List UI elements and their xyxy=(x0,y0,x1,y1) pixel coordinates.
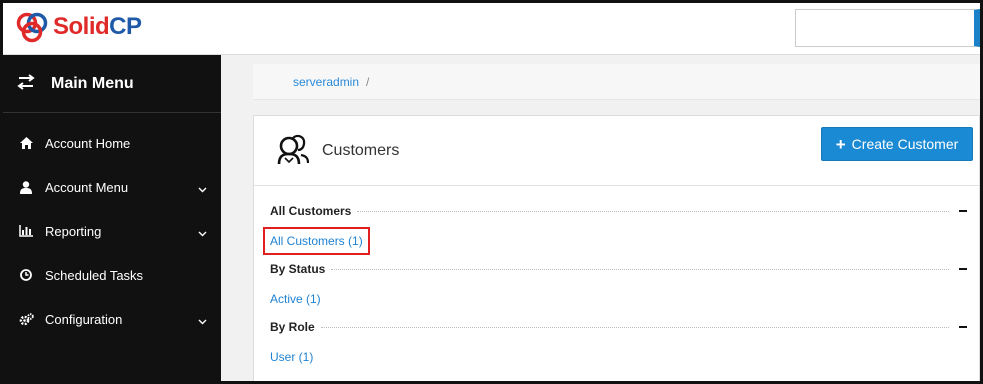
create-customer-button[interactable]: + Create Customer xyxy=(821,127,973,161)
plus-icon: + xyxy=(835,134,846,154)
customers-panel: Customers + Create Customer All Customer… xyxy=(253,115,980,381)
collapse-icon[interactable] xyxy=(959,210,967,212)
group-heading-by-status[interactable]: By Status xyxy=(270,262,967,276)
link-all-customers[interactable]: All Customers (1) xyxy=(263,227,370,255)
bar-chart-icon xyxy=(17,225,35,237)
collapse-icon[interactable] xyxy=(959,268,967,270)
dotted-leader xyxy=(320,320,949,328)
menu-toggle-icon[interactable] xyxy=(17,74,35,93)
sidebar: Main Menu Account Home Account Menu Repo… xyxy=(3,55,221,381)
window-frame: SolidCP Main Menu Account Home Account M… xyxy=(0,0,983,384)
group-heading-label: By Role xyxy=(270,320,315,334)
breadcrumb-separator: / xyxy=(366,74,370,89)
main-content: serveradmin / Customers + Create Custome… xyxy=(221,55,980,381)
sidebar-item-scheduled-tasks[interactable]: Scheduled Tasks xyxy=(3,253,221,297)
home-icon xyxy=(17,137,35,149)
panel-header: Customers + Create Customer xyxy=(254,116,979,186)
link-active[interactable]: Active (1) xyxy=(270,292,321,306)
sidebar-item-configuration[interactable]: Configuration xyxy=(3,297,221,341)
sidebar-item-account-home[interactable]: Account Home xyxy=(3,121,221,165)
breadcrumb: serveradmin / xyxy=(253,64,980,100)
solidcp-logo[interactable]: SolidCP xyxy=(15,11,142,43)
group-heading-label: By Status xyxy=(270,262,326,276)
search-input[interactable] xyxy=(795,9,980,47)
user-icon xyxy=(17,180,35,194)
sidebar-item-label: Scheduled Tasks xyxy=(45,267,144,283)
sidebar-item-label: Account Home xyxy=(45,135,131,151)
dotted-leader xyxy=(357,204,949,212)
sidebar-item-label: Reporting xyxy=(45,223,102,239)
collapse-icon[interactable] xyxy=(959,326,967,328)
top-header: SolidCP xyxy=(3,3,980,55)
gears-icon xyxy=(17,312,35,326)
group-heading-label: All Customers xyxy=(270,204,352,218)
chevron-down-icon[interactable] xyxy=(198,225,207,240)
clock-icon xyxy=(17,269,35,281)
logo-icon xyxy=(16,12,48,43)
create-customer-label: Create Customer xyxy=(851,136,959,152)
dotted-leader xyxy=(331,262,949,270)
group-heading-all-customers[interactable]: All Customers xyxy=(270,204,967,218)
chevron-down-icon[interactable] xyxy=(198,181,207,196)
breadcrumb-link-serveradmin[interactable]: serveradmin xyxy=(293,75,359,89)
sidebar-item-reporting[interactable]: Reporting xyxy=(3,209,221,253)
chevron-down-icon[interactable] xyxy=(198,313,207,328)
sidebar-item-account-menu[interactable]: Account Menu xyxy=(3,165,221,209)
sidebar-item-label: Configuration xyxy=(45,311,123,327)
main-menu-title: Main Menu xyxy=(51,74,134,92)
sidebar-item-label: Account Menu xyxy=(45,179,129,195)
page-title: Customers xyxy=(322,141,400,159)
main-menu-header[interactable]: Main Menu xyxy=(3,55,221,113)
group-heading-by-role[interactable]: By Role xyxy=(270,320,967,334)
link-user[interactable]: User (1) xyxy=(270,350,313,364)
customers-icon xyxy=(276,133,310,168)
logo-text: SolidCP xyxy=(53,13,142,40)
customer-groups: All Customers All Customers (1) By Statu… xyxy=(254,186,979,378)
